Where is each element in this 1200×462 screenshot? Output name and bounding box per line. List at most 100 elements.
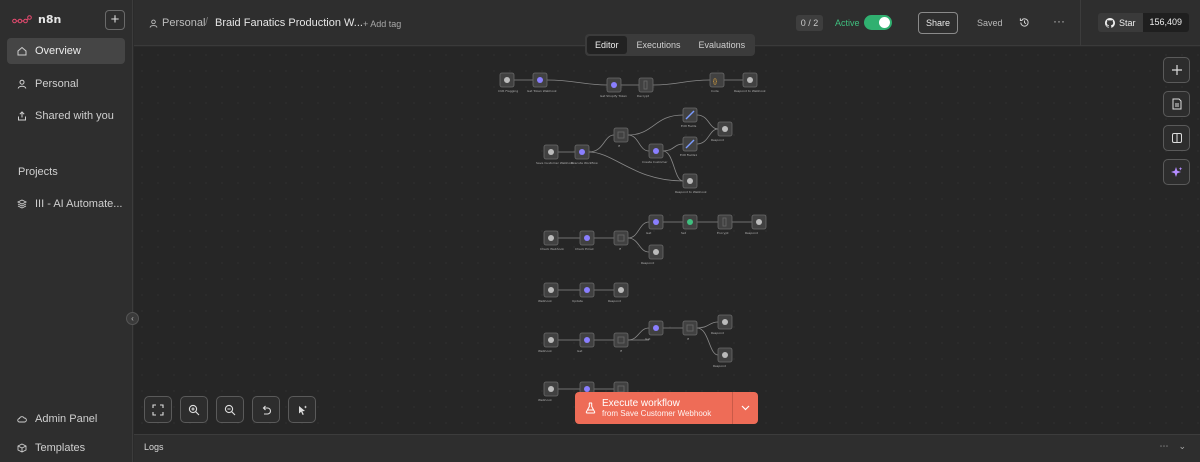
cloud-icon [17, 416, 27, 423]
svg-text:Respond: Respond [711, 331, 724, 335]
more-options-button[interactable]: ··· [1053, 14, 1065, 28]
workflow-node[interactable]: Get [645, 320, 664, 341]
tab-evaluations[interactable]: Evaluations [691, 36, 754, 54]
share-icon [18, 111, 26, 121]
toggle-panel-button[interactable] [1163, 125, 1190, 151]
workflow-node[interactable]: Get [646, 214, 664, 235]
logs-panel[interactable]: Logs ⋯ ⌄ [134, 434, 1200, 462]
create-button[interactable]: + [105, 10, 125, 30]
svg-text:Decrypt: Decrypt [637, 94, 650, 98]
svg-text:Webhook: Webhook [538, 349, 552, 353]
workflow-node[interactable]: Check Webhook [540, 230, 564, 251]
logs-expand-button[interactable]: ⌄ [1178, 441, 1186, 452]
sidebar-item-overview[interactable]: Overview [7, 38, 125, 64]
workflow-node[interactable]: Respond [641, 244, 664, 265]
fit-view-icon [152, 403, 164, 416]
sidebar-item-personal[interactable]: Personal [7, 71, 125, 97]
view-tabs: Editor Executions Evaluations [585, 34, 756, 56]
github-star-count: 156,409 [1142, 13, 1190, 32]
workflow-node[interactable]: CUR Flagging [498, 72, 518, 93]
collapse-sidebar-button[interactable]: ‹ [126, 312, 139, 325]
svg-text:Get Token Webhook: Get Token Webhook [527, 89, 557, 93]
undo-icon [262, 405, 271, 415]
sidebar-item-label: Shared with you [35, 110, 114, 122]
workflow-node[interactable]: Update [572, 282, 595, 303]
zoom-out-button[interactable] [216, 396, 244, 423]
user-icon [17, 79, 27, 89]
evaluation-counter[interactable]: 0 / 2 [796, 15, 823, 31]
workflow-node[interactable]: If [613, 127, 629, 148]
workflow-node[interactable]: If [682, 320, 698, 341]
workflow-node[interactable]: Edit Fields1 [680, 136, 698, 157]
workflow-node[interactable]: Webhook [538, 381, 559, 402]
workflow-node[interactable]: Get Shopify Token [600, 77, 627, 98]
sidebar-item-label: III - AI Automate... [35, 198, 123, 210]
workflow-node[interactable]: Get [577, 332, 595, 353]
workflow-node[interactable]: If [613, 230, 629, 251]
logs-more-button[interactable]: ⋯ [1159, 441, 1168, 452]
fit-view-button[interactable] [144, 396, 172, 423]
svg-text:Save Customer Webhook: Save Customer Webhook [536, 161, 574, 165]
workflow-node[interactable]: {} Code [709, 72, 725, 93]
breadcrumb-owner[interactable]: Personal [149, 17, 205, 29]
tab-executions[interactable]: Executions [629, 36, 689, 54]
logs-title: Logs [144, 442, 164, 452]
tidy-up-icon [299, 405, 307, 415]
workflow-node[interactable]: Respond [711, 314, 733, 335]
workflow-node[interactable]: Encrypt [717, 214, 733, 235]
svg-text:Encrypt: Encrypt [717, 231, 729, 235]
sidebar-item-label: Templates [35, 442, 86, 454]
add-sticky-button[interactable] [1163, 91, 1190, 117]
sidebar-item-label: Admin Panel [35, 413, 98, 425]
workflow-node[interactable]: Respond to Webhook [734, 72, 766, 93]
svg-text:If: If [620, 349, 623, 353]
workflow-node[interactable]: Decrypt [637, 77, 654, 98]
execute-options-button[interactable] [732, 392, 758, 424]
zoom-in-button[interactable] [180, 396, 208, 423]
workflow-node[interactable]: Edit Fields [681, 107, 698, 128]
workflow-name[interactable]: Braid Fanatics Production W... [215, 17, 363, 29]
workflow-node[interactable]: Webhook [538, 282, 559, 303]
github-icon [1105, 17, 1115, 28]
workflow-canvas[interactable]: CUR Flagging Get Token Webhook Get Shopi… [134, 47, 1200, 434]
sidebar-item-shared[interactable]: Shared with you [7, 103, 125, 129]
sidebar-item-admin-panel[interactable]: Admin Panel [7, 406, 125, 432]
n8n-logo[interactable]: n8n [12, 13, 61, 26]
breadcrumb-separator: / [205, 16, 209, 28]
ai-assistant-button[interactable] [1163, 159, 1190, 185]
undo-button[interactable] [252, 396, 280, 423]
execute-workflow-button[interactable]: Execute workflow from Save Customer Webh… [575, 392, 758, 424]
workflow-node[interactable]: Respond [608, 282, 629, 303]
workflow-node[interactable]: Respond [713, 347, 733, 368]
workflow-node[interactable]: Respond [711, 121, 733, 142]
svg-text:If: If [619, 247, 622, 251]
svg-text:Get Shopify Token: Get Shopify Token [600, 94, 627, 98]
github-star-button[interactable]: Star 156,409 [1098, 13, 1190, 32]
workflow-node[interactable]: Set [681, 214, 698, 235]
tidy-up-button[interactable] [288, 396, 316, 423]
history-icon[interactable] [1019, 17, 1030, 28]
svg-text:Get: Get [645, 337, 651, 341]
tab-editor[interactable]: Editor [587, 36, 627, 54]
workflow-node[interactable]: Respond [745, 214, 767, 235]
svg-text:If: If [687, 337, 690, 341]
workflow-node[interactable]: Respond to Webhook [675, 173, 707, 194]
workflow-node[interactable]: If [613, 332, 629, 353]
workflow-node[interactable]: Execute Workflow [571, 144, 598, 165]
active-toggle[interactable] [864, 15, 892, 30]
share-button[interactable]: Share [918, 12, 958, 34]
add-node-button[interactable] [1163, 57, 1190, 83]
saved-status: Saved [977, 18, 1003, 28]
workflow-node[interactable]: Get Token Webhook [527, 72, 557, 93]
add-tag-button[interactable]: + Add tag [363, 19, 401, 29]
sidebar-item-project[interactable]: III - AI Automate... [7, 191, 125, 217]
workflow-node[interactable]: Save Customer Webhook [536, 144, 574, 165]
execute-workflow-main[interactable]: Execute workflow from Save Customer Webh… [575, 392, 732, 424]
flask-icon [585, 402, 596, 414]
workflow-node[interactable]: Check Email [575, 230, 595, 251]
panel-icon [1171, 133, 1182, 143]
workflow-node[interactable]: Webhook [538, 332, 559, 353]
sidebar-item-templates[interactable]: Templates [7, 435, 125, 461]
projects-heading: Projects [18, 166, 58, 178]
workflow-node[interactable]: Create Customer [642, 143, 668, 164]
